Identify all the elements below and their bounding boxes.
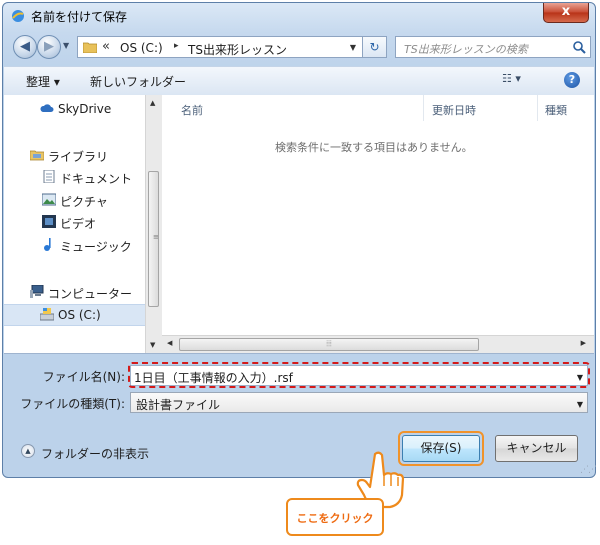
nav-label: コンピューター xyxy=(48,287,133,301)
save-as-dialog: 名前を付けて保存 x ◀ ▶ ▼ « OS (C:) ▸ TS出来形レッスン ▼… xyxy=(2,2,597,478)
new-folder-button[interactable]: 新しいフォルダー xyxy=(90,73,186,90)
forward-button[interactable]: ▶ xyxy=(37,35,61,59)
organize-button[interactable]: 整理 ▾ xyxy=(26,73,60,90)
history-dropdown-icon[interactable]: ▼ xyxy=(63,41,69,50)
nav-item-documents[interactable]: ドキュメント xyxy=(4,167,145,187)
search-box[interactable]: TS出来形レッスンの検索 xyxy=(395,36,591,58)
close-icon: x xyxy=(561,4,571,19)
nav-label: ライブラリ xyxy=(48,150,109,164)
filetype-label: ファイルの種類(T): xyxy=(20,397,125,411)
scroll-thumb[interactable]: ⦙⦙⦙ xyxy=(179,338,479,351)
app-icon xyxy=(12,10,24,22)
refresh-button[interactable]: ↻ xyxy=(363,36,387,58)
back-arrow-icon: ◀ xyxy=(20,39,30,54)
hide-folders-toggle[interactable]: ▲ xyxy=(21,444,35,458)
column-separator[interactable] xyxy=(537,95,538,121)
column-header-name[interactable]: 名前 xyxy=(181,102,203,118)
filetype-value: 設計書ファイル xyxy=(136,398,221,412)
breadcrumb-os-drive[interactable]: OS (C:) xyxy=(120,41,163,55)
scroll-right-icon[interactable]: ▶ xyxy=(581,339,586,347)
nav-item-skydrive[interactable]: SkyDrive xyxy=(4,99,145,119)
back-button[interactable]: ◀ xyxy=(13,35,37,59)
chevron-up-icon: ▲ xyxy=(25,447,31,455)
empty-list-message: 検索条件に一致する項目はありません。 xyxy=(275,141,473,154)
folder-icon xyxy=(83,42,97,53)
address-dropdown-icon[interactable]: ▼ xyxy=(350,43,356,52)
nav-item-videos[interactable]: ビデオ xyxy=(4,212,145,232)
view-options-icon[interactable]: ☷ ▾ xyxy=(502,72,521,85)
instruction-callout: ここをクリック xyxy=(286,498,384,536)
nav-label: ピクチャ xyxy=(60,195,108,209)
callout-text: ここをクリック xyxy=(296,512,374,525)
video-icon xyxy=(42,215,56,228)
forward-arrow-icon: ▶ xyxy=(44,39,54,54)
chevron-down-icon[interactable]: ▼ xyxy=(577,400,583,409)
picture-icon xyxy=(42,193,56,206)
resize-grip-icon[interactable]: ⋰⋰ xyxy=(580,465,597,475)
scroll-up-icon[interactable]: ▲ xyxy=(150,99,155,107)
nav-item-pictures[interactable]: ピクチャ xyxy=(4,190,145,210)
column-header-modified[interactable]: 更新日時 xyxy=(432,102,476,118)
close-button[interactable]: x xyxy=(543,3,589,23)
nav-item-music[interactable]: ミュージック xyxy=(4,235,145,255)
nav-item-libraries[interactable]: ライブラリ xyxy=(4,145,145,165)
breadcrumb-overflow[interactable]: « xyxy=(102,39,110,54)
column-header-type[interactable]: 種類 xyxy=(545,102,567,118)
breadcrumb-lesson-folder[interactable]: TS出来形レッスン xyxy=(188,41,287,58)
grip-icon: ⦙⦙⦙ xyxy=(326,339,332,348)
scroll-down-icon[interactable]: ▼ xyxy=(150,341,155,349)
browser-panel: SkyDrive ライブラリ ドキュメント ピクチャ ビデオ ミュージック コン… xyxy=(4,95,594,354)
music-icon xyxy=(44,238,51,251)
grip-icon: ≡ xyxy=(153,233,159,241)
file-list: 名前 更新日時 種類 検索条件に一致する項目はありません。 xyxy=(162,95,594,353)
nav-label: OS (C:) xyxy=(58,308,101,322)
nav-label: ビデオ xyxy=(60,217,97,231)
refresh-icon: ↻ xyxy=(369,40,380,54)
nav-item-os-drive[interactable]: OS (C:) xyxy=(4,304,145,326)
drive-icon xyxy=(40,308,54,321)
filename-highlight xyxy=(128,362,590,388)
scroll-left-icon[interactable]: ◀ xyxy=(167,339,172,347)
cloud-icon xyxy=(40,104,54,112)
horizontal-scrollbar[interactable]: ◀ ⦙⦙⦙ ▶ xyxy=(162,335,594,353)
column-separator[interactable] xyxy=(423,95,424,121)
computer-icon xyxy=(30,285,44,298)
filename-label: ファイル名(N): xyxy=(42,370,125,384)
help-icon[interactable]: ? xyxy=(564,72,580,88)
library-icon xyxy=(30,150,44,161)
nav-label: ドキュメント xyxy=(60,172,133,186)
filetype-select[interactable]: 設計書ファイル ▼ xyxy=(130,392,588,413)
nav-vertical-scrollbar[interactable]: ▲ ≡ ▼ xyxy=(145,95,162,353)
cancel-button[interactable]: キャンセル xyxy=(495,435,578,462)
nav-item-computer[interactable]: コンピューター xyxy=(4,282,145,302)
search-placeholder: TS出来形レッスンの検索 xyxy=(404,43,528,56)
nav-label: SkyDrive xyxy=(58,102,112,116)
nav-label: ミュージック xyxy=(60,240,132,254)
hide-folders-label[interactable]: フォルダーの非表示 xyxy=(41,445,149,462)
search-icon[interactable] xyxy=(572,40,586,54)
title-bar: 名前を付けて保存 x xyxy=(3,3,595,29)
address-bar[interactable]: « OS (C:) ▸ TS出来形レッスン ▼ xyxy=(77,36,363,58)
save-button[interactable]: 保存(S) xyxy=(402,435,480,462)
command-bar: 整理 ▾ 新しいフォルダー ☷ ▾ ? xyxy=(4,66,594,96)
window-title: 名前を付けて保存 xyxy=(31,10,128,24)
document-icon xyxy=(43,170,55,183)
navigation-pane: SkyDrive ライブラリ ドキュメント ピクチャ ビデオ ミュージック コン… xyxy=(4,95,145,353)
scroll-thumb[interactable]: ≡ xyxy=(148,171,159,307)
breadcrumb-separator-icon[interactable]: ▸ xyxy=(174,41,179,51)
